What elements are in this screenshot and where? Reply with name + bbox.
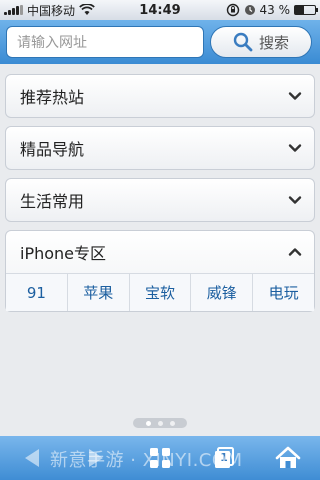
page-dot [157,420,163,426]
search-button[interactable]: 搜索 [210,26,312,58]
section-daily-life[interactable]: 生活常用 [5,178,315,222]
home-icon [275,446,301,468]
wifi-icon [79,4,95,15]
grid-menu-icon [150,448,170,468]
menu-button[interactable] [140,440,180,476]
alarm-icon [244,5,255,15]
section-recommended[interactable]: 推荐热站 [5,74,315,118]
search-icon [233,32,253,52]
page-dot [169,420,175,426]
link-apple[interactable]: 苹果 [66,274,129,311]
tabs-button[interactable]: 1 [204,440,244,476]
forward-arrow-icon [89,449,103,467]
back-button[interactable] [12,440,52,476]
signal-icon [4,5,23,15]
section-title: 精品导航 [20,140,85,159]
chevron-down-icon [288,144,302,152]
link-baoruan[interactable]: 宝软 [128,274,191,311]
carrier-label: 中国移动 [27,3,76,18]
iphone-links: 91 苹果 宝软 威锋 电玩 [6,273,314,311]
chevron-up-icon [288,248,302,256]
forward-button[interactable] [76,440,116,476]
url-input[interactable]: 请输入网址 [6,26,204,58]
page-dot [145,420,151,426]
tab-count: 1 [220,451,228,464]
battery-icon [294,5,318,15]
section-title: iPhone专区 [20,244,107,263]
back-arrow-icon [25,449,39,467]
link-tgbus[interactable]: 电玩 [252,274,314,311]
status-bar: 中国移动 14:49 43 % [0,0,320,20]
home-button[interactable] [268,440,308,476]
bottom-toolbar: 1 [0,436,320,480]
clock: 14:49 [139,2,181,18]
section-featured-nav[interactable]: 精品导航 [5,126,315,170]
chevron-down-icon [288,196,302,204]
page-indicator[interactable] [133,418,187,428]
battery-percent: 43 % [259,3,291,17]
nav-sections: 推荐热站 精品导航 生活常用 iPhone专区 91 苹果 宝软 威锋 电玩 [0,64,320,414]
section-title: 生活常用 [20,192,85,211]
section-iphone[interactable]: iPhone专区 91 苹果 宝软 威锋 电玩 [5,230,315,312]
search-label: 搜索 [258,33,289,52]
browser-header: 请输入网址 搜索 [0,20,320,64]
link-weiphone[interactable]: 威锋 [190,274,253,311]
rotation-lock-icon [226,3,239,17]
chevron-down-icon [288,92,302,100]
section-title: 推荐热站 [20,88,85,107]
link-91[interactable]: 91 [6,274,67,311]
